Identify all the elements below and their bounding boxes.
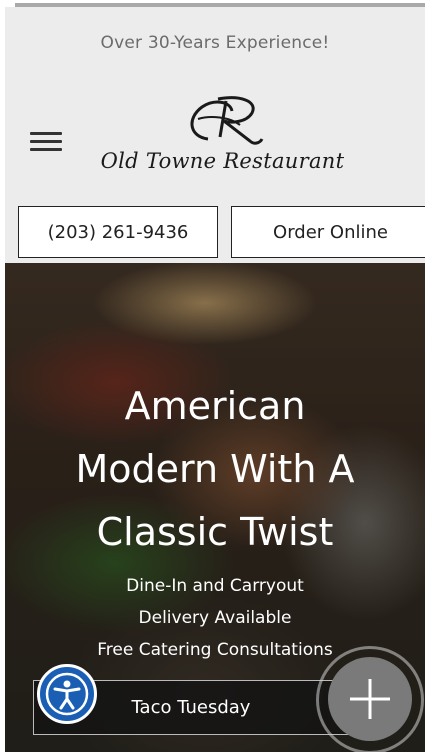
plus-icon[interactable] <box>328 657 412 741</box>
logo-monogram-icon <box>190 96 264 145</box>
accessibility-figure-icon <box>45 672 89 716</box>
hero-title-line: Modern With A <box>75 447 355 491</box>
hero-title: American Modern With A Classic Twist <box>5 375 425 564</box>
order-online-button[interactable]: Order Online <box>231 206 425 258</box>
hero-title-line: American <box>124 384 306 428</box>
plus-glyph-icon <box>350 679 390 719</box>
tagline: Over 30-Years Experience! <box>100 33 330 53</box>
logo[interactable]: Old Towne Restaurant <box>90 91 355 191</box>
hero-subtitle: Dine-In and Carryout <box>126 576 304 596</box>
logo-text: Old Towne Restaurant <box>100 149 345 173</box>
hero-title-line: Classic Twist <box>96 510 334 554</box>
call-phone-button[interactable]: (203) 261-9436 <box>18 206 218 258</box>
hamburger-menu-icon[interactable] <box>30 132 62 152</box>
hero-subtitle: Delivery Available <box>138 608 292 628</box>
accessibility-icon[interactable] <box>37 664 97 724</box>
site-header: Over 30-Years Experience! Old Towne Rest… <box>5 7 425 263</box>
